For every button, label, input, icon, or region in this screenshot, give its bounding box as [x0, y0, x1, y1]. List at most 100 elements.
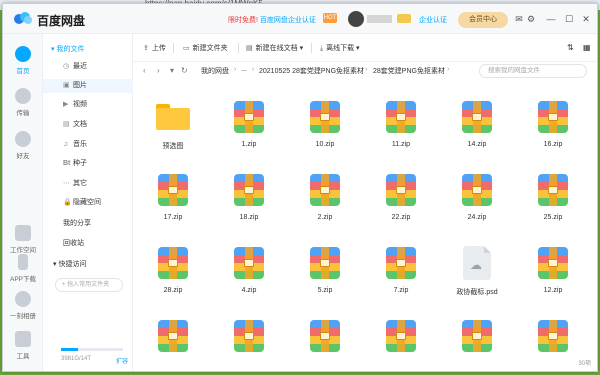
zip-file-icon — [234, 247, 264, 279]
sidebar-item-docs[interactable]: ▤ 文档 — [43, 118, 133, 132]
expand-storage-link[interactable]: 扩容 — [116, 356, 128, 365]
file-item[interactable]: 预选图 — [143, 88, 203, 154]
rail-friends[interactable]: 好友 — [3, 131, 43, 160]
view-grid-icon[interactable]: ▦ — [583, 43, 591, 52]
rail-workspace[interactable]: 工作空间 — [3, 225, 43, 254]
psd-file-icon: ☁ — [463, 246, 491, 280]
rail-tools[interactable]: 工具 — [3, 331, 43, 360]
more-icon: ⋯ — [63, 180, 70, 187]
breadcrumb-root[interactable]: 我的网盘 — [201, 66, 229, 76]
rail-home[interactable]: 首页 — [3, 46, 43, 75]
promo-link[interactable]: 限时免费! 百度网盘企业认证 — [228, 15, 316, 25]
path-bar: ‹ › ▾ ↻ 我的网盘 › ... › 20210525 28套党建PNG免抠… — [133, 62, 597, 80]
sidebar-item-label: 最近 — [73, 63, 87, 70]
sidebar-item-video[interactable]: ▶ 视频 — [43, 98, 133, 112]
file-item[interactable]: 2.zip — [295, 161, 355, 227]
zip-file-icon — [462, 174, 492, 206]
file-grid: 预选图 1.zip 10.zip 11.zip 14.zip 16.zip 17.zip 18… — [133, 80, 597, 360]
maximize-icon[interactable]: ☐ — [564, 14, 574, 24]
sidebar-item-recent[interactable]: ◷ 最近 — [43, 60, 133, 74]
rail-friends-label: 好友 — [16, 153, 30, 160]
sort-icon[interactable]: ⇅ — [567, 43, 574, 52]
file-item[interactable]: 10.zip — [295, 88, 355, 154]
file-item[interactable]: 13.zip — [143, 307, 203, 360]
file-item[interactable]: 1.zip — [219, 88, 279, 154]
mail-icon[interactable]: ✉ — [514, 14, 524, 24]
file-item[interactable]: 21.zip — [447, 307, 507, 360]
file-item[interactable]: 11.zip — [371, 88, 431, 154]
new-folder-button[interactable]: ▭ 新建文件夹 — [183, 43, 228, 53]
sidebar-item-music[interactable]: ♫ 音乐 — [43, 138, 133, 152]
refresh-icon[interactable]: ↻ — [181, 66, 188, 75]
username-blurred[interactable] — [367, 15, 392, 23]
file-item[interactable]: 15.zip — [219, 307, 279, 360]
avatar[interactable] — [348, 11, 364, 27]
vip-icon[interactable] — [397, 14, 411, 23]
sidebar-recycle[interactable]: 回收站 — [63, 238, 84, 248]
breadcrumb-parent[interactable]: 20210525 28套党建PNG免抠素材 — [259, 66, 364, 76]
file-item[interactable]: 17.zip — [143, 161, 203, 227]
zip-file-icon — [234, 320, 264, 352]
file-name: 14.zip — [467, 141, 487, 148]
file-item[interactable]: 12.zip — [523, 234, 583, 300]
file-item[interactable]: 20.zip — [371, 307, 431, 360]
file-item[interactable]: 25.zip — [523, 161, 583, 227]
file-name: 11.zip — [391, 141, 411, 148]
file-item[interactable]: ☁ 政协截标.psd — [447, 234, 507, 300]
file-item[interactable]: 5.zip — [295, 234, 355, 300]
zip-file-icon — [538, 247, 568, 279]
sidebar-my-files[interactable]: ▾ 我的文件 — [51, 44, 84, 54]
toolbar: ⇪ 上传 ▭ 新建文件夹 ▤ 新建在线文档 ▾ ⤓ 离线下载 ▾ ⇅ ▦ — [133, 34, 597, 62]
minimize-icon[interactable]: — — [546, 14, 556, 24]
close-icon[interactable]: ✕ — [581, 14, 591, 24]
image-icon: ▣ — [63, 82, 70, 89]
settings-icon[interactable]: ⚙ — [526, 14, 536, 24]
enterprise-cert-link[interactable]: 企业认证 — [419, 15, 447, 25]
rail-workspace-label: 工作空间 — [10, 247, 36, 254]
file-item[interactable]: 7.zip — [371, 234, 431, 300]
sidebar-item-other[interactable]: ⋯ 其它 — [43, 177, 133, 191]
sidebar-item-label: 隐藏空间 — [73, 199, 101, 206]
sidebar-item-images[interactable]: ▣ 图片 — [43, 79, 133, 93]
rail-app-download[interactable]: APP下载 — [3, 254, 43, 283]
sidebar-my-share[interactable]: 我的分享 — [63, 218, 91, 228]
member-center-button[interactable]: 会员中心 — [458, 12, 508, 28]
search-input[interactable]: 搜索我的网盘文件 — [479, 64, 587, 78]
file-item[interactable]: 4.zip — [219, 234, 279, 300]
file-item[interactable]: 16.zip — [523, 88, 583, 154]
file-name: 政协截标.psd — [456, 289, 498, 296]
back-icon[interactable]: ‹ — [143, 66, 146, 75]
upload-button[interactable]: ⇪ 上传 — [143, 43, 166, 53]
home-icon — [15, 46, 31, 62]
rail-album[interactable]: 一刻相册 — [3, 291, 43, 320]
new-online-doc-label: 新建在线文档 — [255, 45, 298, 52]
file-item[interactable]: 19.zip — [295, 307, 355, 360]
forward-icon[interactable]: › — [157, 66, 160, 75]
baidu-cloud-logo-icon — [14, 12, 32, 24]
sidebar-quick-access[interactable]: ▾ 快捷访问 — [53, 259, 86, 269]
rail-transfer[interactable]: 传输 — [3, 88, 43, 117]
breadcrumb-current: 28套党建PNG免抠素材 — [373, 68, 445, 75]
breadcrumb-ellipsis[interactable]: ... — [241, 66, 247, 73]
offline-download-button[interactable]: ⤓ 离线下载 ▾ — [320, 43, 360, 53]
history-dropdown-icon[interactable]: ▾ — [170, 66, 174, 75]
zip-file-icon — [158, 174, 188, 206]
file-item[interactable]: 23.zip — [523, 307, 583, 360]
breadcrumb-sep: › — [234, 66, 237, 73]
sidebar-item-hidden[interactable]: 🔒隐藏空间 — [43, 196, 133, 210]
new-online-doc-button[interactable]: ▤ 新建在线文档 ▾ — [246, 43, 303, 53]
sidebar-item-label: 其它 — [73, 180, 87, 187]
file-item[interactable]: 18.zip — [219, 161, 279, 227]
file-item[interactable]: 22.zip — [371, 161, 431, 227]
friends-icon — [15, 131, 31, 147]
bt-icon: Bt — [63, 160, 71, 167]
zip-file-icon — [462, 320, 492, 352]
zip-file-icon — [158, 320, 188, 352]
file-item[interactable]: 14.zip — [447, 88, 507, 154]
sidebar-item-bt[interactable]: Bt 种子 — [43, 157, 133, 171]
rail-transfer-label: 传输 — [16, 110, 30, 117]
file-item[interactable]: 28.zip — [143, 234, 203, 300]
add-frequent-folder[interactable]: + 拖入常用文件夹 — [55, 278, 123, 292]
file-item[interactable]: 24.zip — [447, 161, 507, 227]
divider — [173, 43, 174, 53]
